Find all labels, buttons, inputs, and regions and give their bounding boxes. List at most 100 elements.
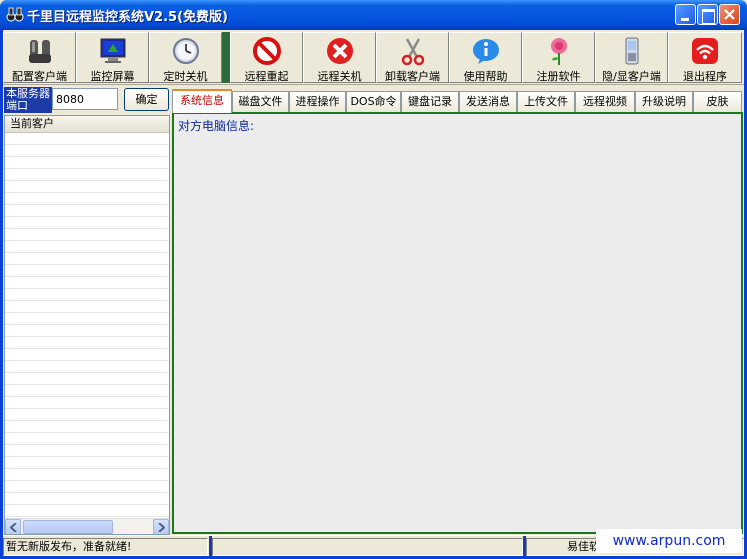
tab-skin[interactable]: 皮肤 xyxy=(693,91,742,112)
list-row xyxy=(5,253,169,265)
list-row xyxy=(5,277,169,289)
red-x-icon xyxy=(326,38,353,64)
list-row xyxy=(5,265,169,277)
rose-icon xyxy=(550,38,567,65)
list-row xyxy=(5,193,169,205)
list-row xyxy=(5,481,169,493)
list-row xyxy=(5,493,169,505)
list-row xyxy=(5,301,169,313)
chevron-right-icon xyxy=(158,523,165,532)
list-row xyxy=(5,421,169,433)
remote-restart-button[interactable]: 远程重起 xyxy=(230,32,303,83)
list-row xyxy=(5,433,169,445)
list-row xyxy=(5,337,169,349)
remote-pc-info-text: 对方电脑信息: xyxy=(178,119,255,133)
list-row xyxy=(5,133,169,145)
toolbar-label: 隐/显客户端 xyxy=(602,70,661,83)
register-software-button[interactable]: 注册软件 xyxy=(522,32,595,83)
list-row xyxy=(5,373,169,385)
toolbar-label: 配置客户端 xyxy=(12,70,67,83)
list-row xyxy=(5,217,169,229)
exit-program-button[interactable]: 退出程序 xyxy=(668,32,742,83)
list-row xyxy=(5,241,169,253)
tab-disk-files[interactable]: 磁盘文件 xyxy=(232,91,289,112)
exit-wifi-icon xyxy=(692,38,718,64)
title-bar[interactable]: 千里目远程监控系统V2.5(免费版) xyxy=(0,0,747,30)
scroll-left-button[interactable] xyxy=(5,519,21,534)
remote-shutdown-button[interactable]: 远程关机 xyxy=(303,32,376,83)
scroll-thumb[interactable] xyxy=(23,520,113,534)
confirm-button[interactable]: 确定 xyxy=(124,88,169,111)
watermark-text: www.arpun.com xyxy=(596,529,742,553)
tab-system-info[interactable]: 系统信息 xyxy=(172,89,232,113)
config-client-button[interactable]: 配置客户端 xyxy=(3,32,76,83)
list-row xyxy=(5,349,169,361)
horizontal-scrollbar[interactable] xyxy=(5,518,169,534)
close-button[interactable] xyxy=(719,4,740,25)
toolbar-label: 监控屏幕 xyxy=(90,70,135,83)
list-row xyxy=(5,181,169,193)
timer-shutdown-button[interactable]: 定时关机 xyxy=(149,32,222,83)
monitor-screen-icon xyxy=(100,38,125,63)
chevron-left-icon xyxy=(10,523,17,532)
toggle-client-button[interactable]: 隐/显客户端 xyxy=(595,32,668,83)
uninstall-client-button[interactable]: 卸载客户端 xyxy=(376,32,449,83)
list-row xyxy=(5,457,169,469)
toolbar-label: 退出程序 xyxy=(683,70,727,83)
list-row xyxy=(5,157,169,169)
app-window: 千里目远程监控系统V2.5(免费版) 配置客户端 监控屏幕 定时关机 远程重起 … xyxy=(0,0,747,559)
list-row xyxy=(5,361,169,373)
help-button[interactable]: 使用帮助 xyxy=(449,32,522,83)
binoculars-icon xyxy=(6,7,24,22)
toolbar: 配置客户端 监控屏幕 定时关机 远程重起 远程关机 卸载客户端 使用帮助 注册软… xyxy=(3,30,744,85)
no-entry-icon xyxy=(252,37,281,65)
client-list[interactable]: 当前客户 xyxy=(4,115,170,535)
minimize-button[interactable] xyxy=(675,4,696,25)
list-row xyxy=(5,445,169,457)
toolbar-separator xyxy=(222,32,230,83)
window-title: 千里目远程监控系统V2.5(免费版) xyxy=(27,10,228,25)
status-message: 暂无新版发布，准备就绪! xyxy=(3,538,208,556)
scroll-right-button[interactable] xyxy=(153,519,169,534)
server-port-input[interactable] xyxy=(52,88,118,110)
list-row xyxy=(5,505,169,517)
server-port-label: 本服务器端口 xyxy=(4,87,52,113)
maximize-button[interactable] xyxy=(697,4,718,25)
toolbar-label: 使用帮助 xyxy=(463,70,508,83)
client-area: 配置客户端 监控屏幕 定时关机 远程重起 远程关机 卸载客户端 使用帮助 注册软… xyxy=(3,30,744,557)
scissors-icon xyxy=(401,38,424,66)
toolbar-label: 注册软件 xyxy=(536,70,581,83)
toolbar-label: 远程关机 xyxy=(317,70,362,83)
system-info-panel[interactable]: 对方电脑信息: xyxy=(172,112,743,534)
toolbar-label: 远程重起 xyxy=(244,70,289,83)
list-row xyxy=(5,289,169,301)
toolbar-label: 定时关机 xyxy=(163,70,208,83)
close-icon xyxy=(724,9,735,20)
info-icon xyxy=(472,39,499,64)
client-list-header[interactable]: 当前客户 xyxy=(5,116,169,133)
tab-keylogger[interactable]: 键盘记录 xyxy=(401,91,459,112)
client-list-rows xyxy=(5,133,169,517)
tab-send-message[interactable]: 发送消息 xyxy=(459,91,517,112)
tab-process[interactable]: 进程操作 xyxy=(289,91,346,112)
list-row xyxy=(5,409,169,421)
tab-strip: 系统信息 磁盘文件 进程操作 DOS命令 键盘记录 发送消息 上传文件 远程视频… xyxy=(172,89,744,113)
list-row xyxy=(5,205,169,217)
list-row xyxy=(5,325,169,337)
tab-dos-command[interactable]: DOS命令 xyxy=(346,91,401,112)
list-row xyxy=(5,169,169,181)
tab-upload-file[interactable]: 上传文件 xyxy=(517,91,575,112)
tab-remote-video[interactable]: 远程视频 xyxy=(575,91,635,112)
list-row xyxy=(5,229,169,241)
status-panel-middle xyxy=(212,538,523,556)
toolbar-label: 卸载客户端 xyxy=(385,70,440,83)
phone-icon xyxy=(625,37,638,65)
list-row xyxy=(5,313,169,325)
list-row xyxy=(5,145,169,157)
config-client-icon xyxy=(28,40,51,63)
list-row xyxy=(5,385,169,397)
tab-upgrade-notes[interactable]: 升级说明 xyxy=(635,91,693,112)
monitor-screen-button[interactable]: 监控屏幕 xyxy=(76,32,149,83)
list-row xyxy=(5,469,169,481)
timer-clock-icon xyxy=(172,38,199,64)
